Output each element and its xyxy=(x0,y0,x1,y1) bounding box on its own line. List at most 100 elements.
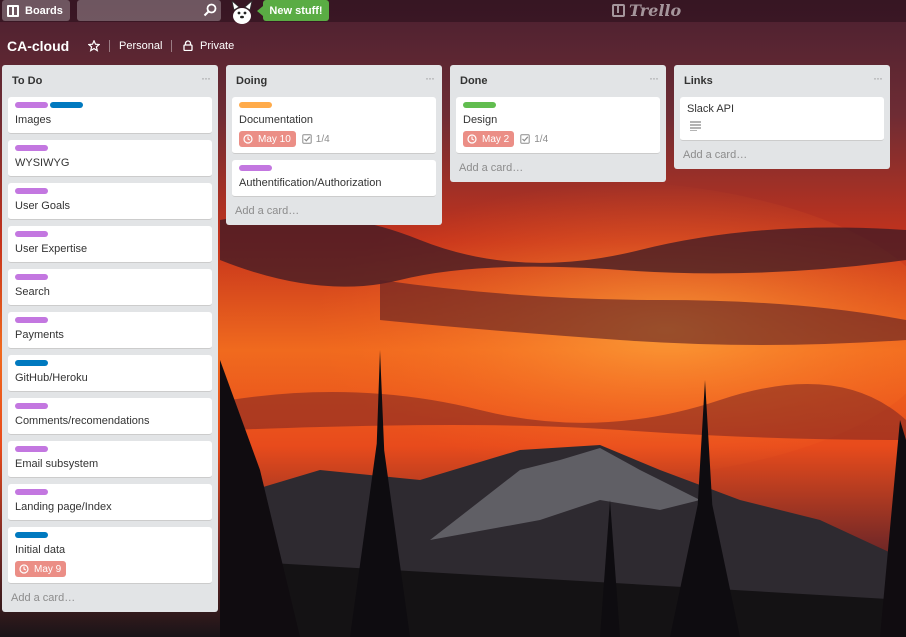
list-menu-icon[interactable]: ··· xyxy=(201,71,211,85)
card-label-blue xyxy=(15,532,48,538)
card-labels xyxy=(239,165,429,171)
top-header-bar: Boards New stuff! Trello xyxy=(0,0,906,24)
search-icon[interactable] xyxy=(203,3,217,17)
checklist-icon xyxy=(302,134,312,144)
checklist-icon xyxy=(520,134,530,144)
card-title: Initial data xyxy=(15,544,66,556)
card[interactable]: Images xyxy=(8,97,212,134)
trello-logo[interactable]: Trello xyxy=(612,0,681,20)
card-title: Images xyxy=(15,114,52,126)
card-label-blue xyxy=(15,360,48,366)
card[interactable]: User Goals xyxy=(8,183,212,220)
card[interactable]: Search xyxy=(8,269,212,306)
add-card-button[interactable]: Add a card… xyxy=(232,197,436,219)
card[interactable]: Documentation May 10 1/4 xyxy=(232,97,436,154)
card[interactable]: Initial data May 9 xyxy=(8,527,212,584)
card-labels xyxy=(239,102,429,108)
card-title: Authentification/Authorization xyxy=(239,177,382,189)
card-label-purple xyxy=(15,446,48,452)
card[interactable]: Payments xyxy=(8,312,212,349)
card-title: Documentation xyxy=(239,114,313,126)
add-card-button[interactable]: Add a card… xyxy=(680,141,884,163)
lock-icon[interactable] xyxy=(183,40,193,51)
list-header: Done ··· xyxy=(456,69,660,91)
header-divider xyxy=(171,40,172,52)
card[interactable]: Email subsystem xyxy=(8,441,212,478)
card-label-purple xyxy=(15,231,48,237)
description-icon xyxy=(690,121,701,132)
boards-button[interactable]: Boards xyxy=(2,0,70,21)
board-team-button[interactable]: Personal xyxy=(119,40,162,52)
card-labels xyxy=(15,403,205,409)
card[interactable]: User Expertise xyxy=(8,226,212,263)
add-card-button[interactable]: Add a card… xyxy=(8,584,212,606)
due-date-text: May 2 xyxy=(482,133,510,145)
checklist-count: 1/4 xyxy=(534,133,549,145)
star-icon[interactable] xyxy=(88,40,100,52)
card-label-purple xyxy=(15,274,48,280)
card-title: Payments xyxy=(15,329,64,341)
clock-icon xyxy=(19,564,29,574)
card[interactable]: Landing page/Index xyxy=(8,484,212,521)
taco-mascot-icon[interactable] xyxy=(228,0,256,24)
card-labels xyxy=(15,489,205,495)
due-date-badge[interactable]: May 9 xyxy=(15,561,67,577)
card-label-purple xyxy=(15,145,48,151)
card-title: Landing page/Index xyxy=(15,501,112,513)
card-label-blue xyxy=(50,102,83,108)
checklist-count: 1/4 xyxy=(315,133,330,145)
board-title[interactable]: CA-cloud xyxy=(7,38,69,54)
card[interactable]: Authentification/Authorization xyxy=(232,160,436,197)
card-labels xyxy=(15,317,205,323)
card-label-purple xyxy=(15,188,48,194)
card-label-purple xyxy=(15,102,48,108)
card[interactable]: Design May 2 1/4 xyxy=(456,97,660,154)
card-title: Search xyxy=(15,286,50,298)
card-badges: May 10 1/4 xyxy=(239,131,429,147)
board-header: CA-cloud Personal Private xyxy=(0,30,906,62)
due-date-badge[interactable]: May 10 xyxy=(239,131,296,147)
card-title: User Goals xyxy=(15,200,71,212)
search-input[interactable] xyxy=(77,0,221,21)
list-title[interactable]: Done xyxy=(460,75,488,87)
checklist-badge: 1/4 xyxy=(520,134,548,145)
card[interactable]: WYSIWYG xyxy=(8,140,212,177)
list-title[interactable]: Links xyxy=(684,75,713,87)
checklist-badge: 1/4 xyxy=(302,134,330,145)
card[interactable]: Comments/recomendations xyxy=(8,398,212,435)
card-title: GitHub/Heroku xyxy=(15,372,88,384)
card-labels xyxy=(15,102,205,108)
card[interactable]: Slack API xyxy=(680,97,884,141)
boards-icon xyxy=(7,4,19,17)
card-label-purple xyxy=(239,165,272,171)
list-title[interactable]: To Do xyxy=(12,75,42,87)
list-menu-icon[interactable]: ··· xyxy=(649,71,659,85)
card-label-green xyxy=(463,102,496,108)
card-labels xyxy=(15,532,205,538)
due-date-text: May 9 xyxy=(34,563,62,575)
list-header: Links ··· xyxy=(680,69,884,91)
list-header: Doing ··· xyxy=(232,69,436,91)
card-title: Slack API xyxy=(687,103,735,115)
new-stuff-button[interactable]: New stuff! xyxy=(257,0,329,21)
card-title: User Expertise xyxy=(15,243,88,255)
card-label-purple xyxy=(15,489,48,495)
list-title[interactable]: Doing xyxy=(236,75,267,87)
card-badges: May 2 1/4 xyxy=(463,131,653,147)
add-card-button[interactable]: Add a card… xyxy=(456,154,660,176)
trello-logo-text: Trello xyxy=(629,0,682,20)
board-visibility-button[interactable]: Private xyxy=(200,40,234,52)
card-labels xyxy=(15,188,205,194)
card-title: Comments/recomendations xyxy=(15,415,150,427)
list-to-do: To Do ··· Images WYSIWYG User Goals User Expe… xyxy=(2,65,218,612)
boards-label: Boards xyxy=(25,4,63,17)
list-menu-icon[interactable]: ··· xyxy=(425,71,435,85)
card-label-purple xyxy=(15,317,48,323)
header-divider xyxy=(109,40,110,52)
due-date-badge[interactable]: May 2 xyxy=(463,131,515,147)
list-menu-icon[interactable]: ··· xyxy=(873,71,883,85)
card[interactable]: GitHub/Heroku xyxy=(8,355,212,392)
list-done: Done ··· Design May 2 1/4 Add a card… xyxy=(450,65,666,182)
clock-icon xyxy=(243,134,253,144)
card-title: Email subsystem xyxy=(15,458,99,470)
